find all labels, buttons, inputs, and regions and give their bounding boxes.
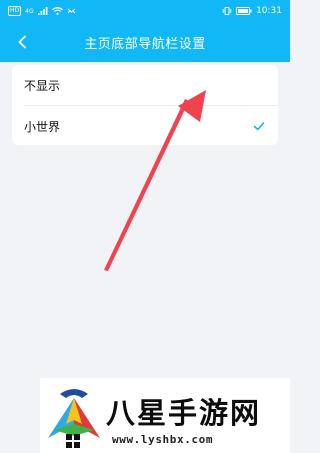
option-small-world[interactable]: 小世界 — [12, 106, 278, 145]
watermark-logo-icon — [48, 389, 100, 448]
option-label: 不显示 — [24, 78, 61, 93]
option-card: 不显示 小世界 — [12, 65, 278, 145]
option-hide[interactable]: 不显示 — [12, 65, 278, 105]
check-icon — [253, 122, 265, 131]
battery-icon — [236, 7, 252, 15]
message-icon — [67, 8, 75, 14]
watermark-brand: 八星手游网 — [106, 396, 262, 430]
vibrate-icon — [222, 7, 232, 15]
back-button[interactable] — [10, 30, 34, 54]
watermark-url: www.lyshbx.com — [112, 433, 214, 446]
page-title: 主页底部导航栏设置 — [84, 36, 206, 52]
title-bar: 主页底部导航栏设置 — [0, 22, 290, 62]
clock: 10:31 — [256, 6, 282, 16]
wifi-icon — [51, 7, 63, 15]
status-bar: HD 4G 10:31 — [0, 0, 290, 22]
status-right: 10:31 — [222, 6, 282, 16]
option-label: 小世界 — [24, 119, 61, 134]
hd-badge: HD — [8, 6, 22, 16]
signal-icon — [37, 7, 48, 15]
signal-label: 4G — [25, 7, 34, 15]
status-left: HD 4G — [8, 6, 76, 16]
chevron-left-icon — [18, 35, 26, 49]
